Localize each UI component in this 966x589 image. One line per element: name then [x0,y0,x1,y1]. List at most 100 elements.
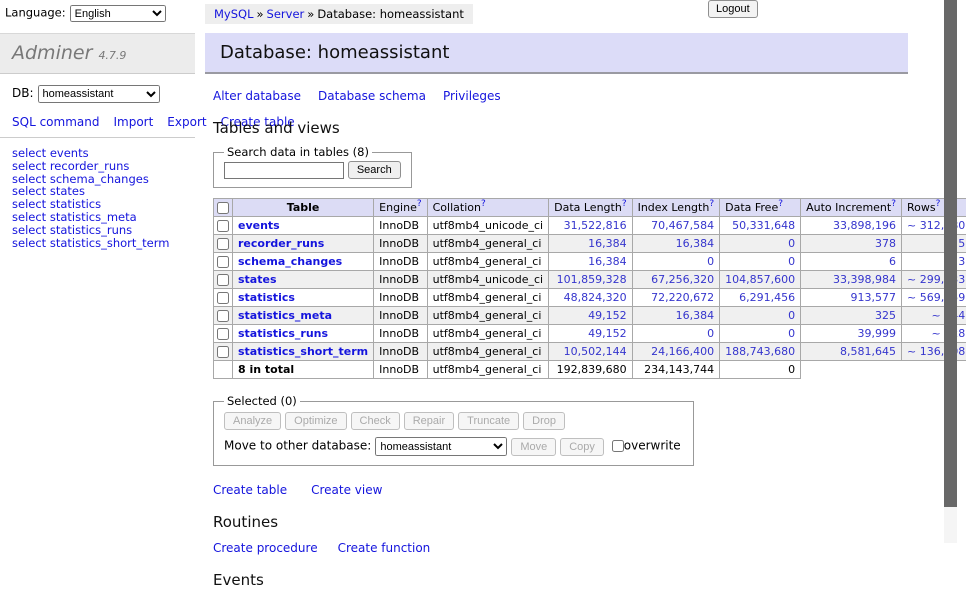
page-link-alter-database[interactable]: Alter database [213,89,301,103]
auto-increment-link[interactable]: 378 [875,237,896,250]
data-free-link[interactable]: 104,857,600 [725,273,795,286]
auto-increment-link[interactable]: 33,398,984 [833,273,896,286]
search-fieldset: Search data in tables (8) Search [213,145,412,188]
routine-link-create-procedure[interactable]: Create procedure [213,541,318,555]
data-free-link[interactable]: 50,331,648 [732,219,795,232]
index-length-link[interactable]: 0 [707,327,714,340]
move-button[interactable]: Move [511,438,556,456]
auto-increment-link[interactable]: 8,581,645 [840,345,896,358]
data-length-link[interactable]: 16,384 [588,237,627,250]
breadcrumb-mysql-link[interactable]: MySQL [214,7,254,21]
drop-button[interactable]: Drop [523,412,565,430]
create-link-create-table[interactable]: Create table [213,483,287,497]
sidebar-table-link-select-statistics-short-term[interactable]: select statistics_short_term [12,237,195,250]
truncate-button[interactable]: Truncate [458,412,519,430]
auto-increment-cell: 39,999 [801,325,902,343]
help-link[interactable]: ? [417,199,422,209]
row-checkbox[interactable] [217,274,229,286]
breadcrumb-server-link[interactable]: Server [267,7,305,21]
table-link-statistics-meta[interactable]: statistics_meta [238,309,332,322]
row-checkbox[interactable] [217,328,229,340]
row-checkbox[interactable] [217,346,229,358]
data-length-link[interactable]: 31,522,816 [564,219,627,232]
help-link[interactable]: ? [891,199,896,209]
search-button[interactable]: Search [348,161,401,179]
sidebar-actions: SQL commandImportExportCreate table [12,115,184,130]
index-length-cell: 16,384 [632,307,720,325]
page-link-privileges[interactable]: Privileges [443,89,501,103]
sidebar-table-link-select-statistics-runs[interactable]: select statistics_runs [12,224,195,237]
table-link-statistics-runs[interactable]: statistics_runs [238,327,328,340]
table-link-recorder-runs[interactable]: recorder_runs [238,237,324,250]
data-length-link[interactable]: 101,859,328 [557,273,627,286]
data-length-link[interactable]: 49,152 [588,309,627,322]
scrollbar[interactable] [944,0,957,543]
table-link-events[interactable]: events [238,219,280,232]
data-free-link[interactable]: 0 [788,237,795,250]
db-selector-row: DB:homeassistant [12,85,195,103]
help-link[interactable]: ? [778,199,783,209]
sidebar-table-link-select-recorder-runs[interactable]: select recorder_runs [12,160,195,173]
total-collation: utf8mb4_general_ci [427,361,548,379]
create-link-create-view[interactable]: Create view [311,483,382,497]
routines-heading: Routines [213,513,908,531]
table-link-statistics-short-term[interactable]: statistics_short_term [238,345,368,358]
row-checkbox[interactable] [217,238,229,250]
sidebar-action-import[interactable]: Import [113,115,153,129]
logout-button[interactable]: Logout [708,0,758,18]
table-row: schema_changesInnoDButf8mb4_general_ci16… [214,253,966,271]
index-length-link[interactable]: 16,384 [676,309,715,322]
index-length-link[interactable]: 16,384 [676,237,715,250]
help-link[interactable]: ? [936,199,941,209]
language-select[interactable]: English [70,5,166,22]
auto-increment-link[interactable]: 6 [889,255,896,268]
help-link[interactable]: ? [481,199,486,209]
data-free-link[interactable]: 0 [788,327,795,340]
optimize-button[interactable]: Optimize [285,412,346,430]
row-checkbox[interactable] [217,220,229,232]
data-free-link[interactable]: 6,291,456 [739,291,795,304]
index-length-link[interactable]: 24,166,400 [651,345,714,358]
row-checkbox[interactable] [217,256,229,268]
db-select[interactable]: homeassistant [38,85,160,103]
data-free-link[interactable]: 0 [788,255,795,268]
data-length-link[interactable]: 49,152 [588,327,627,340]
help-link[interactable]: ? [709,199,714,209]
scrollbar-thumb[interactable] [944,0,957,507]
data-length-link[interactable]: 10,502,144 [564,345,627,358]
tables-list: TableEngine?Collation?Data Length?Index … [213,198,966,379]
row-checkbox[interactable] [217,292,229,304]
move-db-select[interactable]: homeassistant [375,437,507,456]
repair-button[interactable]: Repair [404,412,454,430]
sidebar-action-export[interactable]: Export [167,115,206,129]
table-link-states[interactable]: states [238,273,277,286]
search-input[interactable] [224,162,344,179]
check-button[interactable]: Check [351,412,400,430]
copy-button[interactable]: Copy [560,438,604,456]
data-length-link[interactable]: 48,824,320 [564,291,627,304]
index-length-link[interactable]: 0 [707,255,714,268]
auto-increment-link[interactable]: 33,898,196 [833,219,896,232]
index-length-link[interactable]: 72,220,672 [651,291,714,304]
table-link-statistics[interactable]: statistics [238,291,295,304]
analyze-button[interactable]: Analyze [224,412,281,430]
data-length-link[interactable]: 16,384 [588,255,627,268]
move-row: Move to other database:homeassistantMove… [224,437,681,456]
index-length-link[interactable]: 70,467,584 [651,219,714,232]
page-link-database-schema[interactable]: Database schema [318,89,426,103]
sidebar-table-link-select-events[interactable]: select events [12,147,195,160]
routine-link-create-function[interactable]: Create function [338,541,431,555]
data-free-link[interactable]: 188,743,680 [725,345,795,358]
index-length-link[interactable]: 67,256,320 [651,273,714,286]
sidebar-table-link-select-statistics-meta[interactable]: select statistics_meta [12,211,195,224]
auto-increment-link[interactable]: 325 [875,309,896,322]
help-link[interactable]: ? [622,199,627,209]
auto-increment-link[interactable]: 39,999 [858,327,897,340]
row-checkbox[interactable] [217,310,229,322]
overwrite-checkbox[interactable] [612,440,624,452]
select-all-checkbox[interactable] [217,202,229,214]
auto-increment-link[interactable]: 913,577 [851,291,897,304]
sidebar-action-sql-command[interactable]: SQL command [12,115,99,129]
data-free-link[interactable]: 0 [788,309,795,322]
table-link-schema-changes[interactable]: schema_changes [238,255,342,268]
